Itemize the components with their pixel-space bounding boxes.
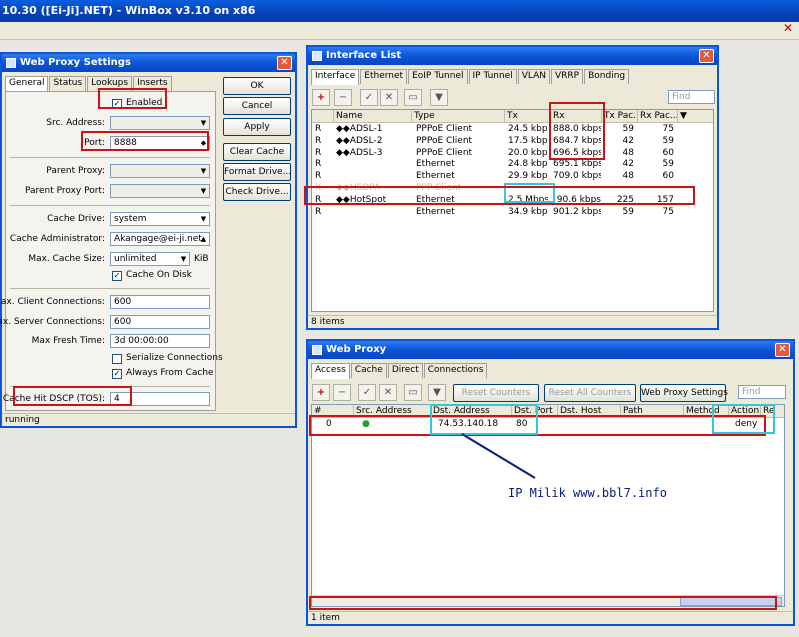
annotation-arrow xyxy=(461,433,536,479)
arrow-line xyxy=(461,433,536,479)
annotation-caption: IP Milik www.bbl7.info xyxy=(508,486,667,500)
